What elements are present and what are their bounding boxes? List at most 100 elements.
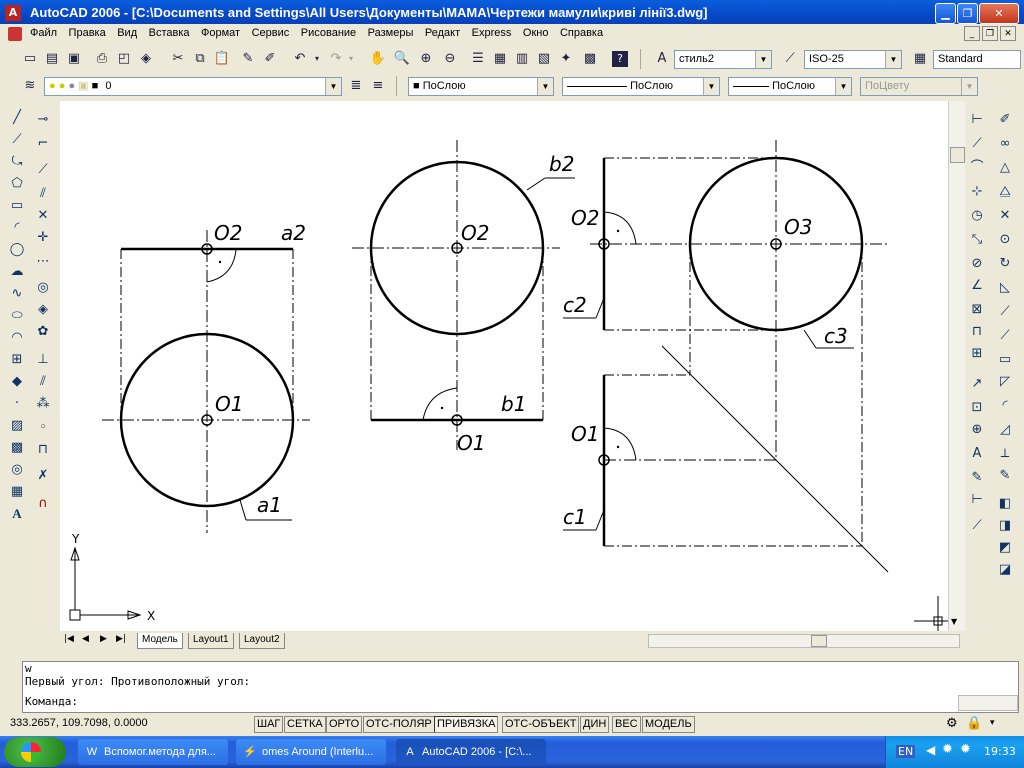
- layer-previous-icon[interactable]: ≡: [368, 76, 388, 96]
- chamfer-icon[interactable]: ◦: [32, 418, 54, 438]
- fillet-icon[interactable]: ⊓: [32, 440, 54, 460]
- circle-icon[interactable]: ◯: [6, 240, 28, 260]
- spline-icon[interactable]: ∿: [6, 284, 28, 304]
- dimension-edit-icon[interactable]: A: [966, 444, 988, 464]
- undo-icon[interactable]: ↶: [290, 49, 310, 69]
- snap-intersection-icon[interactable]: ✕: [994, 206, 1016, 226]
- snap-from-icon[interactable]: ∞: [994, 134, 1016, 154]
- arc-length-icon[interactable]: ⌒: [966, 158, 988, 178]
- diameter-dimension-icon[interactable]: ⊘: [966, 254, 988, 274]
- redo-dropdown-icon[interactable]: ▾: [346, 49, 356, 69]
- menu-window[interactable]: Окно: [519, 24, 553, 39]
- properties-icon[interactable]: ☰: [468, 49, 488, 69]
- leader-icon[interactable]: ↗: [966, 374, 988, 394]
- tab-next-icon[interactable]: ▶: [100, 634, 107, 644]
- open-icon[interactable]: ▤: [42, 49, 62, 69]
- redo-icon[interactable]: ↷: [326, 49, 346, 69]
- save-icon[interactable]: ▣: [64, 49, 84, 69]
- make-current-icon[interactable]: ≣: [346, 76, 366, 96]
- dim-style-select[interactable]: ISO-25 ▼: [804, 50, 902, 69]
- tray-app-icon[interactable]: ✹: [960, 742, 971, 757]
- polygon-icon[interactable]: ⬠: [6, 174, 28, 194]
- undo-dropdown-icon[interactable]: ▾: [312, 49, 322, 69]
- snap-magnet-icon[interactable]: ∩: [32, 494, 54, 514]
- baseline-dimension-icon[interactable]: ⊓: [966, 322, 988, 342]
- start-button[interactable]: [4, 737, 66, 767]
- autocad-icon[interactable]: A: [5, 5, 21, 21]
- language-indicator[interactable]: EN: [896, 745, 916, 758]
- tab-first-icon[interactable]: |◀: [64, 634, 74, 644]
- region-icon[interactable]: ◎: [6, 460, 28, 480]
- construction-line-icon[interactable]: ⟋: [6, 130, 28, 150]
- lock-toolbar-icon[interactable]: 🔒: [966, 716, 982, 731]
- extend-icon[interactable]: ⊥: [32, 350, 54, 370]
- tab-model[interactable]: Модель: [137, 633, 183, 649]
- zoom-previous-icon[interactable]: ⊖: [440, 49, 460, 69]
- ellipse-arc-icon[interactable]: ◠: [6, 328, 28, 348]
- task-autocad[interactable]: A AutoCAD 2006 - [C:\...: [396, 739, 546, 765]
- toggle-polar[interactable]: ОТС-ПОЛЯР: [363, 716, 435, 733]
- menu-view[interactable]: Вид: [113, 24, 141, 39]
- text-style-icon[interactable]: A: [652, 49, 672, 69]
- mirror-icon[interactable]: ⟋: [32, 160, 54, 180]
- new-icon[interactable]: ▭: [20, 49, 40, 69]
- radius-dimension-icon[interactable]: ◷: [966, 206, 988, 226]
- move-icon[interactable]: ✛: [32, 228, 54, 248]
- polyline-icon[interactable]: ⤿: [6, 152, 28, 172]
- linetype-select[interactable]: ПоСлою ▼: [562, 77, 720, 96]
- command-window[interactable]: w Первый угол: Противоположный угол: Ком…: [22, 661, 1019, 713]
- drawing-canvas[interactable]: O2 a2 O1 a1 b2 O2 b1 O1 O2 c2 O3 c3 O1 c…: [60, 101, 948, 631]
- tab-last-icon[interactable]: ▶|: [116, 634, 126, 644]
- ordinate-dimension-icon[interactable]: ⊹: [966, 182, 988, 202]
- close-button[interactable]: ✕: [979, 3, 1019, 24]
- arc-icon[interactable]: ◜: [6, 218, 28, 238]
- command-prompt[interactable]: Команда:: [25, 695, 78, 708]
- dimension-text-edit-icon[interactable]: ✎: [966, 468, 988, 488]
- draw-order-front-icon[interactable]: ◧: [994, 494, 1016, 514]
- tool-palettes-icon[interactable]: ▥: [512, 49, 532, 69]
- command-scrollbar[interactable]: [958, 695, 1018, 711]
- restore-button[interactable]: ❐: [957, 3, 978, 24]
- snap-tangent-icon[interactable]: ⟋: [994, 302, 1016, 322]
- task-word[interactable]: W Вспомог.метода для...: [78, 739, 228, 765]
- toggle-lwt[interactable]: ВЕС: [612, 716, 641, 733]
- snap-endpoint-icon[interactable]: △: [994, 158, 1016, 178]
- print-icon[interactable]: ⎙: [92, 49, 112, 69]
- menu-modify[interactable]: Редакт: [421, 24, 464, 39]
- revision-cloud-icon[interactable]: ☁: [6, 262, 28, 282]
- tab-layout2[interactable]: Layout2: [239, 633, 285, 649]
- make-block-icon[interactable]: ◆: [6, 372, 28, 392]
- comm-center-icon[interactable]: ⚙: [946, 716, 958, 731]
- draw-order-under-icon[interactable]: ◪: [994, 560, 1016, 580]
- help-icon[interactable]: ?: [612, 51, 628, 67]
- scroll-down-icon[interactable]: ▼: [951, 617, 957, 626]
- stretch-icon[interactable]: ◈: [32, 300, 54, 320]
- line-icon[interactable]: ╱: [6, 108, 28, 128]
- vertical-scrollbar[interactable]: ▼: [948, 101, 965, 631]
- toggle-snap[interactable]: ШАГ: [254, 716, 284, 733]
- horizontal-scrollbar[interactable]: [648, 634, 960, 648]
- menu-tools[interactable]: Сервис: [248, 24, 294, 39]
- tray-app-icon[interactable]: ✹: [942, 742, 953, 757]
- dimension-style-icon[interactable]: ⟋: [966, 516, 988, 536]
- cut-icon[interactable]: ✂: [168, 49, 188, 69]
- table-icon[interactable]: ▦: [6, 482, 28, 502]
- publish-icon[interactable]: ◈: [136, 49, 156, 69]
- snap-node-icon[interactable]: ◜: [994, 396, 1016, 416]
- markup-icon[interactable]: ✦: [556, 49, 576, 69]
- hatch-icon[interactable]: ▨: [6, 416, 28, 436]
- toggle-model[interactable]: МОДЕЛЬ: [642, 716, 695, 733]
- vertical-scrollbar-thumb[interactable]: [950, 147, 965, 163]
- linear-dimension-icon[interactable]: ⊢: [966, 110, 988, 130]
- calculator-icon[interactable]: ▩: [580, 49, 600, 69]
- horizontal-scrollbar-thumb[interactable]: [811, 635, 827, 647]
- temp-track-icon[interactable]: ✐: [994, 110, 1016, 130]
- rectangle-icon[interactable]: ▭: [6, 196, 28, 216]
- draw-order-above-icon[interactable]: ◩: [994, 538, 1016, 558]
- table-style-icon[interactable]: ▦: [910, 49, 930, 69]
- continue-dimension-icon[interactable]: ⊞: [966, 344, 988, 364]
- doc-restore-button[interactable]: ❐: [982, 26, 998, 41]
- explode-icon[interactable]: ✗: [32, 466, 54, 486]
- zoom-realtime-icon[interactable]: 🔍: [392, 49, 412, 69]
- dim-style-icon[interactable]: ⟋: [780, 49, 800, 69]
